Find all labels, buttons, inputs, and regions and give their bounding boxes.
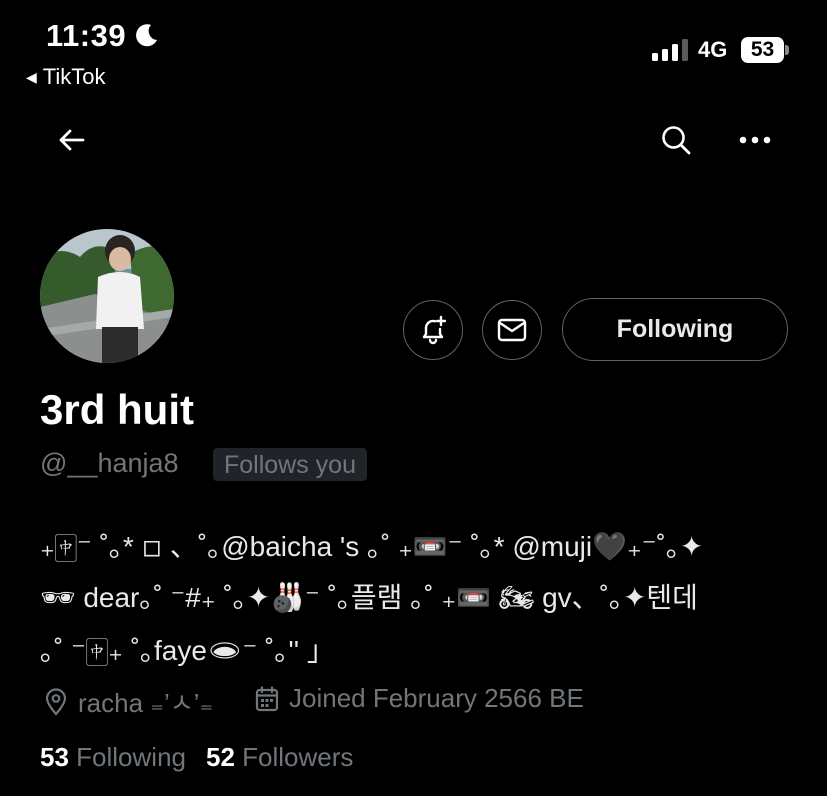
bell-plus-icon: [422, 315, 447, 345]
back-triangle-icon: ◀: [26, 68, 37, 85]
followers-count-link[interactable]: 52 Followers: [206, 742, 353, 773]
status-time: 11:39: [46, 18, 127, 53]
location-text: racha ₌’ㅅ’₌: [78, 688, 214, 718]
battery-level: 53: [750, 38, 775, 61]
followers-count: 52: [205, 742, 235, 772]
joined-date: Joined February 2566 BE: [289, 683, 584, 713]
user-handle: @__hanja8: [40, 448, 179, 478]
joined-row: Joined February 2566 BE: [255, 683, 584, 714]
following-button[interactable]: Following: [562, 298, 788, 361]
search-button[interactable]: [654, 118, 698, 162]
back-button[interactable]: [50, 118, 94, 162]
follow-counts: 53 Following 52 Followers: [40, 742, 353, 773]
avatar-photo: [40, 229, 174, 363]
bio-line: ₊🀄︎⁻ ˚｡* ◽ 、˚｡@baicha 's ｡˚ ₊📼⁻ ˚｡* @muj…: [40, 531, 704, 562]
bio-line: ｡˚ ⁻🀄︎₊ ˚｡faye🕳⁻ ˚｡'' 」: [40, 635, 335, 666]
notifications-button[interactable]: [403, 300, 463, 360]
signal-icon: [652, 39, 688, 61]
network-type: 4G: [698, 37, 728, 62]
display-name: 3rd huit: [40, 386, 194, 433]
message-button[interactable]: [482, 300, 542, 360]
battery-indicator: 53: [741, 37, 789, 63]
following-count: 53: [40, 742, 69, 772]
location-row: racha ₌’ㅅ’₌: [44, 683, 213, 720]
moon-icon: [136, 24, 157, 47]
back-app-label: TikTok: [42, 64, 106, 89]
envelope-icon: [497, 318, 527, 342]
more-button[interactable]: [733, 118, 777, 162]
following-count-link[interactable]: 53 Following: [40, 742, 186, 773]
follows-you-badge: Follows you: [213, 448, 367, 481]
calendar-icon: [255, 685, 279, 711]
following-label: Following: [76, 742, 186, 772]
arrow-left-icon: [59, 129, 85, 151]
profile-avatar[interactable]: [40, 229, 174, 363]
back-to-app-link[interactable]: ◀ TikTok: [26, 64, 106, 90]
bio-line: 🕶 dear｡˚ ⁻#₊ ˚｡✦🎳⁻ ˚｡플램 ｡˚ ₊📼 🏍 gv、˚｡✦텐데: [40, 582, 698, 613]
location-pin-icon: [45, 687, 67, 716]
search-icon: [662, 126, 691, 155]
ellipsis-icon: [739, 136, 771, 144]
followers-label: Followers: [242, 742, 354, 772]
